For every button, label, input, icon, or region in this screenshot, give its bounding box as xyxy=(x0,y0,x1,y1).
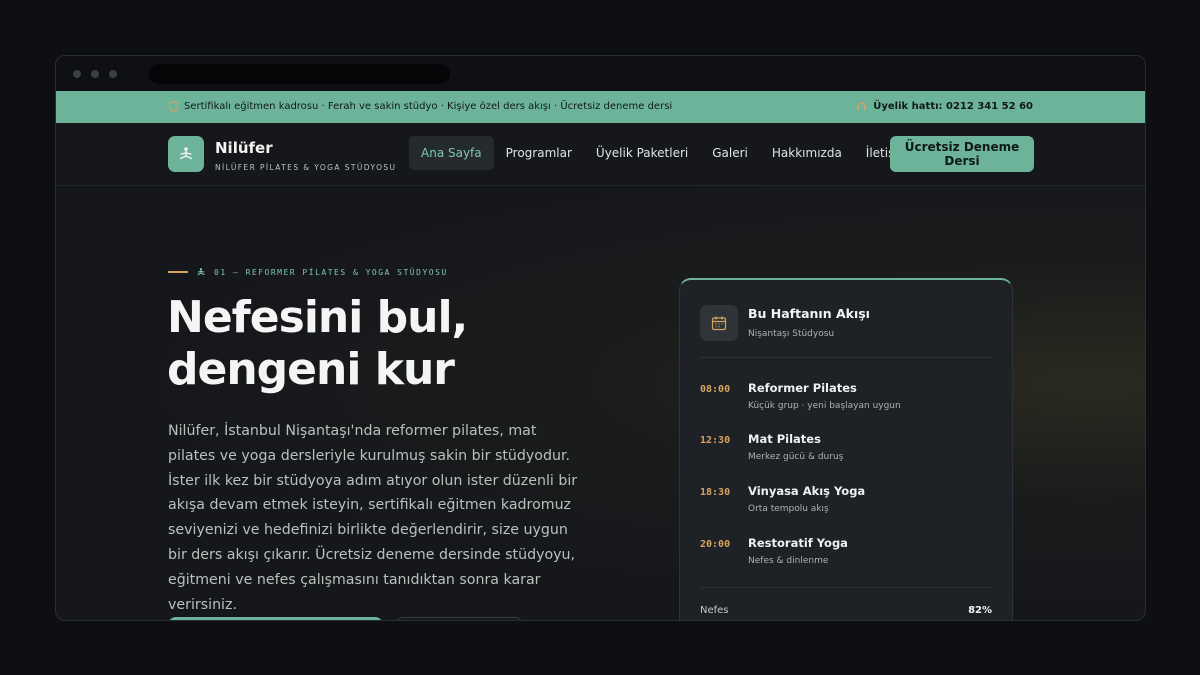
hero-title: Nefesini bul, dengeni kur xyxy=(167,292,468,396)
class-desc: Küçük grup · yeni başlayan uygun xyxy=(748,401,901,411)
address-bar[interactable] xyxy=(149,64,450,84)
browser-window: Sertifikalı eğitmen kadrosu · Ferah ve s… xyxy=(55,55,1146,621)
breath-stat: Nefes 82% xyxy=(700,605,992,616)
meditation-icon xyxy=(179,147,193,160)
eyebrow-line xyxy=(168,271,188,273)
class-desc: Orta tempolu akış xyxy=(748,504,829,514)
browser-chrome xyxy=(56,56,1145,91)
headset-icon xyxy=(857,102,867,110)
nav-item-uyelik-paketleri[interactable]: Üyelik Paketleri xyxy=(584,136,700,170)
calendar-icon-box xyxy=(700,305,738,341)
stat-value: 82% xyxy=(968,605,992,616)
nav-menu: Ana Sayfa Programlar Üyelik Paketleri Ga… xyxy=(409,136,921,170)
hero-title-line2: dengeni kur xyxy=(167,344,455,395)
nav-item-hakkimizda[interactable]: Hakkımızda xyxy=(760,136,854,170)
hero-secondary-button[interactable] xyxy=(395,617,523,620)
feature-text: Sertifikalı eğitmen kadrosu · Ferah ve s… xyxy=(184,101,673,112)
divider xyxy=(700,587,992,588)
meditation-icon xyxy=(197,268,205,275)
class-name: Reformer Pilates xyxy=(748,381,857,395)
membership-phone[interactable]: Üyelik hattı: 0212 341 52 60 xyxy=(856,101,1033,112)
hero-lead: Nilüfer, İstanbul Nişantaşı'nda reformer… xyxy=(168,423,578,613)
class-time: 18:30 xyxy=(700,487,731,498)
main-nav: Nilüfer NİLÜFER PİLATES & YOGA STÜDYOSU … xyxy=(56,123,1145,186)
schedule-location: Nişantaşı Stüdyosu xyxy=(748,329,835,339)
hero-eyebrow: 01 — REFORMER PİLATES & YOGA STÜDYOSU xyxy=(168,267,448,277)
calendar-icon xyxy=(711,316,727,331)
class-name: Restoratif Yoga xyxy=(748,536,848,550)
class-desc: Merkez gücü & duruş xyxy=(748,452,844,462)
feature-list: Sertifikalı eğitmen kadrosu · Ferah ve s… xyxy=(169,101,672,112)
brand-subtitle: NİLÜFER PİLATES & YOGA STÜDYOSU xyxy=(215,163,397,172)
eyebrow-text: 01 — REFORMER PİLATES & YOGA STÜDYOSU xyxy=(214,267,448,277)
nav-item-ana-sayfa[interactable]: Ana Sayfa xyxy=(409,136,494,170)
class-time: 08:00 xyxy=(700,384,731,395)
hero-section: 01 — REFORMER PİLATES & YOGA STÜDYOSU Ne… xyxy=(56,187,1145,620)
nav-item-programlar[interactable]: Programlar xyxy=(494,136,584,170)
logo[interactable] xyxy=(168,136,204,172)
hero-title-line1: Nefesini bul, xyxy=(167,292,468,343)
phone-text: Üyelik hattı: 0212 341 52 60 xyxy=(873,101,1033,112)
brand-name[interactable]: Nilüfer xyxy=(215,139,273,157)
class-time: 12:30 xyxy=(700,435,731,446)
divider xyxy=(700,357,992,358)
announcement-bar: Sertifikalı eğitmen kadrosu · Ferah ve s… xyxy=(56,91,1145,123)
schedule-card: Bu Haftanın Akışı Nişantaşı Stüdyosu 08:… xyxy=(679,278,1013,620)
window-control-minimize[interactable] xyxy=(91,70,99,78)
free-trial-button[interactable]: Ücretsiz Deneme Dersi xyxy=(890,136,1034,172)
window-control-close[interactable] xyxy=(73,70,81,78)
schedule-title: Bu Haftanın Akışı xyxy=(748,306,870,321)
class-desc: Nefes & dinlenme xyxy=(748,556,829,566)
shield-icon xyxy=(169,101,178,112)
window-control-maximize[interactable] xyxy=(109,70,117,78)
stat-label: Nefes xyxy=(700,605,729,616)
nav-item-galeri[interactable]: Galeri xyxy=(700,136,760,170)
class-name: Vinyasa Akış Yoga xyxy=(748,484,866,498)
class-name: Mat Pilates xyxy=(748,432,821,446)
class-time: 20:00 xyxy=(700,539,731,550)
hero-primary-button[interactable] xyxy=(168,617,383,620)
